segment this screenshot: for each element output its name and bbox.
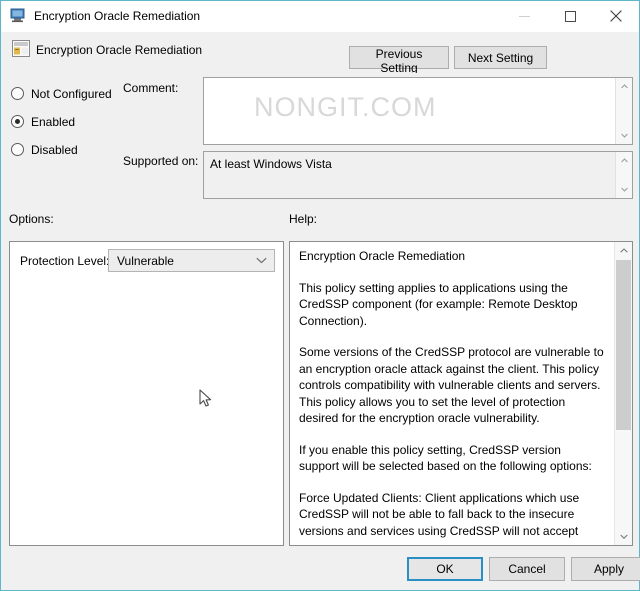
scroll-up-icon[interactable] — [616, 153, 632, 168]
next-setting-button[interactable]: Next Setting — [454, 46, 547, 69]
help-title: Encryption Oracle Remediation — [299, 249, 466, 263]
radio-not-configured-label: Not Configured — [31, 86, 112, 101]
scroll-down-icon[interactable] — [616, 128, 632, 143]
previous-setting-button[interactable]: Previous Setting — [349, 46, 449, 75]
policy-setting-icon — [10, 8, 27, 24]
setting-header: Encryption Oracle Remediation Previous S… — [1, 32, 639, 75]
scroll-down-icon[interactable] — [616, 182, 632, 197]
help-section-label: Help: — [289, 212, 318, 226]
watermark-text: NONGIT.COM — [254, 92, 437, 122]
comment-input[interactable]: NONGIT.COM — [203, 77, 633, 145]
help-paragraph: If you enable this policy setting, CredS… — [299, 442, 592, 474]
maximize-button[interactable] — [547, 1, 593, 31]
radio-not-configured[interactable]: Not Configured — [11, 85, 112, 102]
group-policy-icon — [12, 40, 30, 57]
protection-level-label: Protection Level: — [20, 254, 110, 268]
help-scrollbar-thumb[interactable] — [616, 260, 631, 430]
radio-not-configured-mark — [11, 87, 24, 100]
dialog-footer: OK Cancel Apply — [1, 546, 640, 590]
cancel-button[interactable]: Cancel — [489, 557, 565, 581]
radio-enabled[interactable]: Enabled — [11, 113, 75, 130]
ok-button[interactable]: OK — [407, 557, 483, 581]
comment-label: Comment: — [123, 81, 179, 95]
scroll-up-icon[interactable] — [616, 79, 632, 94]
minimize-button[interactable] — [501, 1, 547, 31]
help-paragraph: Some versions of the CredSSP protocol ar… — [299, 345, 604, 425]
help-paragraph: Force Updated Clients: Client applicatio… — [299, 490, 580, 538]
radio-disabled[interactable]: Disabled — [11, 141, 78, 158]
scroll-down-icon[interactable] — [615, 528, 632, 545]
supported-on-value: At least Windows Vista — [210, 157, 332, 171]
group-policy-setting-dialog: Encryption Oracle Remediation Encryption — [0, 0, 640, 591]
supported-on-scrollbar[interactable] — [615, 152, 632, 198]
state-and-comment-area: Not Configured Enabled Disabled Comment:… — [1, 73, 639, 205]
scroll-up-icon[interactable] — [615, 242, 632, 259]
help-panel: Encryption Oracle Remediation This polic… — [289, 241, 633, 546]
supported-on-label: Supported on: — [123, 154, 199, 168]
help-scrollbar[interactable] — [614, 242, 632, 545]
title-bar: Encryption Oracle Remediation — [1, 1, 639, 33]
supported-on-field: At least Windows Vista — [203, 151, 633, 199]
radio-enabled-label: Enabled — [31, 114, 76, 129]
apply-button[interactable]: Apply — [571, 557, 640, 581]
setting-name: Encryption Oracle Remediation — [36, 43, 203, 57]
chevron-down-icon — [256, 257, 267, 264]
protection-level-dropdown[interactable]: Vulnerable — [108, 249, 275, 272]
comment-scrollbar[interactable] — [615, 78, 632, 144]
close-button[interactable] — [593, 1, 639, 31]
options-panel: Protection Level: Vulnerable — [9, 241, 284, 546]
protection-level-value: Vulnerable — [117, 253, 174, 268]
window-title: Encryption Oracle Remediation — [34, 9, 201, 23]
options-section-label: Options: — [9, 212, 54, 226]
radio-disabled-mark — [11, 143, 24, 156]
help-paragraph: This policy setting applies to applicati… — [299, 280, 578, 328]
radio-disabled-label: Disabled — [31, 142, 78, 157]
radio-enabled-mark — [11, 115, 24, 128]
help-text-content: Encryption Oracle Remediation This polic… — [299, 248, 604, 539]
